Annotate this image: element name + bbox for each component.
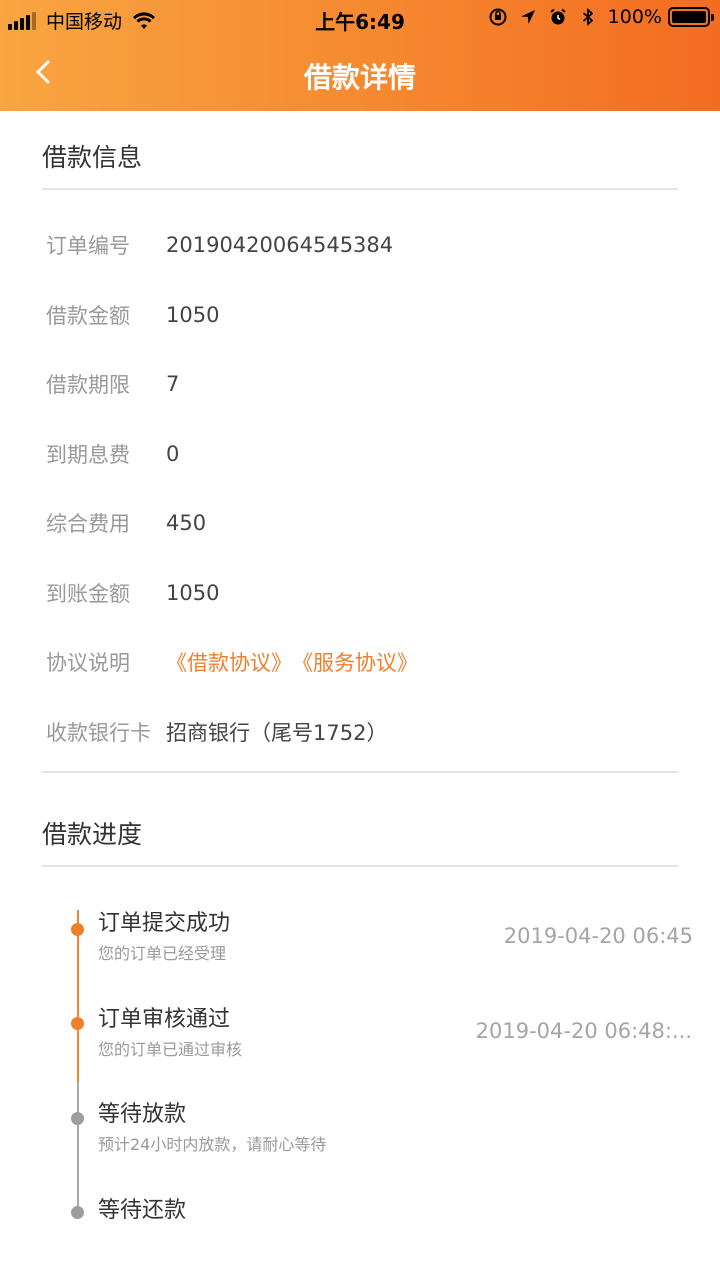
info-row-loan-amount: 借款金额 1050 bbox=[46, 295, 686, 335]
info-label: 协议说明 bbox=[46, 651, 130, 675]
info-label: 综合费用 bbox=[46, 512, 130, 536]
step-title: 等待放款 bbox=[98, 1102, 187, 1127]
status-right: 100% bbox=[488, 6, 714, 28]
timeline-dot-completed bbox=[71, 923, 84, 936]
info-row-interest-fee: 到期息费 0 bbox=[46, 434, 686, 474]
step-subtitle: 您的订单已通过审核 bbox=[98, 1040, 243, 1059]
divider bbox=[42, 188, 678, 190]
info-row-received-amount: 到账金额 1050 bbox=[46, 573, 686, 613]
step-subtitle: 您的订单已经受理 bbox=[98, 944, 227, 963]
info-value: 1050 bbox=[166, 581, 220, 605]
timeline-dot-completed bbox=[71, 1017, 84, 1030]
info-value: 0 bbox=[166, 442, 180, 466]
info-label: 收款银行卡 bbox=[46, 721, 151, 745]
info-label: 借款金额 bbox=[46, 304, 130, 328]
info-row-loan-term: 借款期限 7 bbox=[46, 364, 686, 404]
info-label: 借款期限 bbox=[46, 373, 130, 397]
timeline-line-pending bbox=[77, 1082, 79, 1212]
info-row-agreements: 协议说明 《借款协议》 《服务协议》 bbox=[46, 642, 686, 682]
divider bbox=[42, 865, 678, 867]
rotation-lock-icon bbox=[489, 8, 507, 26]
battery-icon bbox=[668, 7, 714, 27]
info-row-service-fee: 综合费用 450 bbox=[46, 503, 686, 543]
divider bbox=[42, 771, 678, 773]
info-label: 订单编号 bbox=[46, 234, 130, 258]
step-title: 订单提交成功 bbox=[98, 911, 231, 936]
info-value: 7 bbox=[166, 372, 180, 396]
location-arrow-icon bbox=[520, 10, 535, 24]
step-time: 2019-04-20 06:45 bbox=[503, 924, 693, 948]
section-title-loan-info: 借款信息 bbox=[42, 143, 143, 172]
info-value: 招商银行（尾号1752） bbox=[166, 721, 388, 745]
header: 中国移动 上午6:49 100% 借款详情 bbox=[0, 0, 720, 111]
step-title: 等待还款 bbox=[98, 1198, 187, 1223]
info-value: 1050 bbox=[166, 303, 220, 327]
bluetooth-icon bbox=[582, 8, 594, 26]
loan-agreement-link[interactable]: 《借款协议》 bbox=[166, 647, 292, 677]
info-value: 20190420064545384 bbox=[166, 233, 394, 257]
step-title: 订单审核通过 bbox=[98, 1007, 231, 1032]
info-value: 450 bbox=[166, 511, 207, 535]
timeline-dot-pending bbox=[71, 1112, 84, 1125]
alarm-icon bbox=[550, 8, 566, 25]
step-subtitle: 预计24小时内放款，请耐心等待 bbox=[98, 1135, 327, 1154]
info-row-bank-card: 收款银行卡 招商银行（尾号1752） bbox=[46, 712, 686, 752]
timeline-dot-pending bbox=[71, 1206, 84, 1219]
service-agreement-link[interactable]: 《服务协议》 bbox=[292, 647, 418, 677]
info-label: 到账金额 bbox=[46, 582, 130, 606]
status-bar: 中国移动 上午6:49 100% bbox=[0, 0, 720, 36]
info-row-order-number: 订单编号 20190420064545384 bbox=[46, 225, 686, 265]
nav-bar: 借款详情 bbox=[0, 36, 720, 111]
battery-percent: 100% bbox=[607, 6, 662, 28]
info-label: 到期息费 bbox=[46, 443, 130, 467]
section-title-progress: 借款进度 bbox=[42, 820, 143, 849]
step-time: 2019-04-20 06:48:... bbox=[475, 1019, 692, 1043]
page-title: 借款详情 bbox=[303, 61, 416, 94]
